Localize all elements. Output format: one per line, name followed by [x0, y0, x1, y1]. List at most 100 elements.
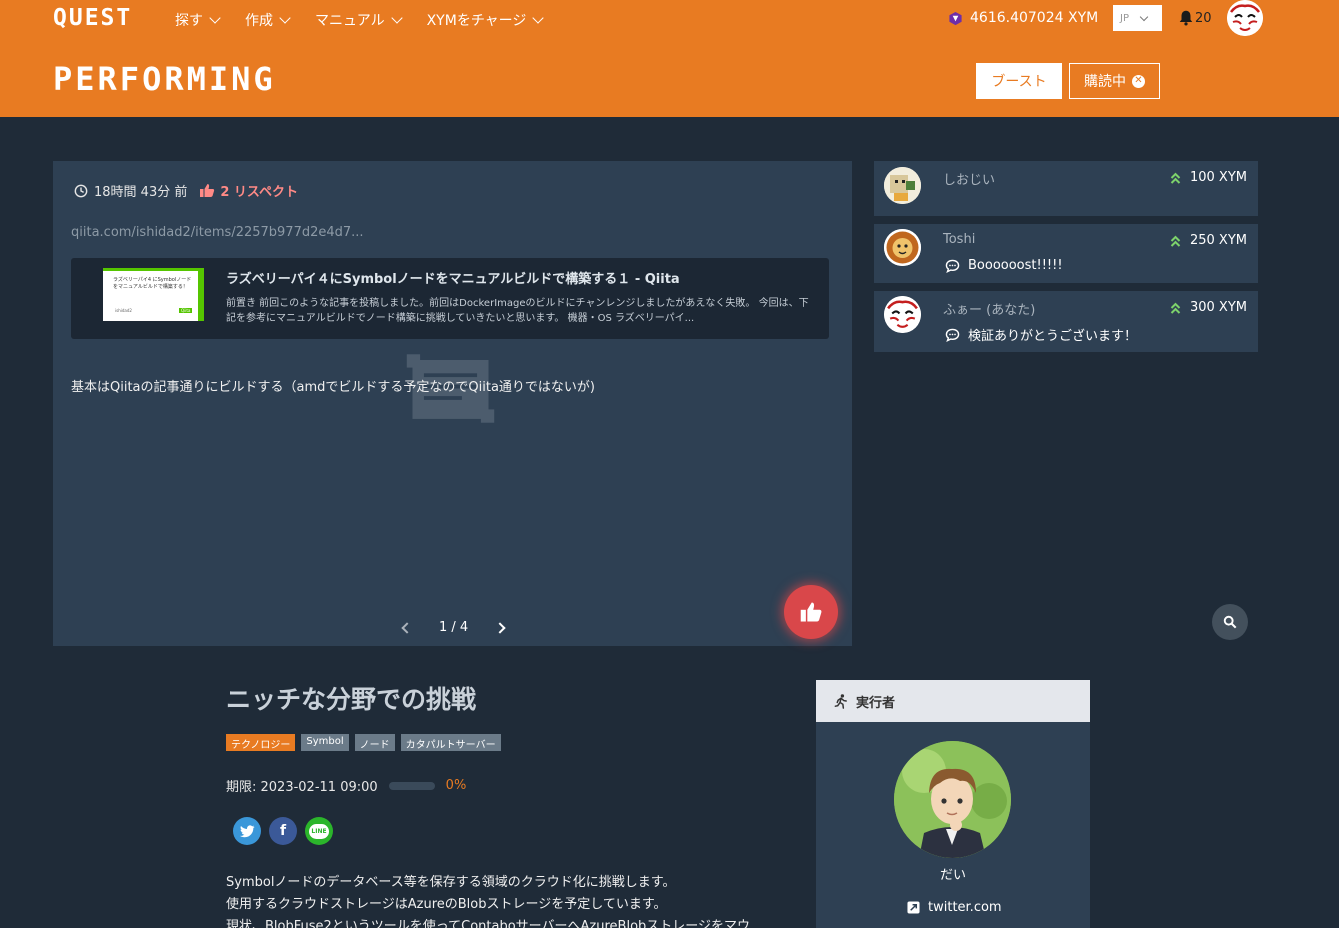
thumbs-up-icon [800, 602, 822, 622]
quest-title: ニッチな分野での挑戦 [226, 685, 477, 714]
chevron-down-icon [279, 12, 291, 24]
executor-heading: 実行者 [856, 695, 896, 711]
preview-description: 前置き 前回このような記事を投稿しました。前回はDockerImageのビルドに… [226, 298, 809, 324]
chevron-right-icon[interactable] [494, 621, 506, 634]
progress-bar [388, 781, 435, 790]
nav-charge-xym[interactable]: XYMをチャージ [427, 10, 545, 30]
quest-logo[interactable]: QUEST [53, 5, 132, 31]
thumbnail-author: ishidad2 [115, 308, 132, 313]
line-share-button[interactable]: LINE [305, 817, 333, 845]
comment-icon [945, 259, 960, 273]
boost-message-text: Boooooost!!!!! [968, 258, 1063, 273]
post-time: 18時間 43分 前 [94, 185, 188, 200]
avatar[interactable] [884, 229, 921, 266]
post-pager: 1 / 4 [401, 620, 506, 635]
boost-item: Toshi 250 XYM Boooooost!!!!! [874, 224, 1258, 283]
executor-name[interactable]: だい [816, 864, 1090, 883]
avatar[interactable] [884, 296, 921, 333]
search-icon [1223, 615, 1237, 629]
kabuki-avatar-icon [884, 296, 921, 333]
thumbnail-title-line: をマニュアルビルドで構築する！ [113, 284, 188, 290]
boost-message-text: 検証ありがとうございます！ [968, 329, 1138, 344]
chevron-down-icon [209, 12, 221, 24]
lion-avatar-icon [884, 229, 921, 266]
respect-label: 2 リスペクト [220, 185, 299, 200]
boost-amount-value: 250 XYM [1189, 233, 1247, 248]
tag[interactable]: Symbol [301, 734, 349, 751]
tag-list: テクノロジー Symbol ノード カタパルトサーバー [226, 734, 501, 751]
double-chevron-up-icon [1170, 235, 1181, 247]
executor-avatar[interactable] [894, 741, 1011, 858]
boost-amount: 300 XYM [1170, 300, 1247, 315]
bell-icon [1179, 10, 1193, 26]
executor-header: 実行者 [816, 680, 1090, 722]
preview-title: ラズベリーパイ４にSymbolノードをマニュアルビルドで構築する１ - Qiit… [226, 272, 680, 287]
running-person-icon [834, 693, 847, 709]
nav-label: 作成 [245, 13, 273, 29]
post-link[interactable]: qiita.com/ishidad2/items/2257b977d2e4d7.… [71, 225, 364, 240]
description-line: Symbolノードのデータベース等を保存する領域のクラウド化に挑戦します。 [226, 875, 676, 890]
boost-amount: 250 XYM [1170, 233, 1247, 248]
post-card: 18時間 43分 前 2 リスペクト qiita.com/ishidad2/it… [53, 161, 852, 646]
header-bar: QUEST 探す 作成 マニュアル XYMをチャージ 4616.407024 X… [0, 0, 1339, 117]
progress-percent: 0% [445, 778, 467, 793]
page-title: PERFORMING [53, 60, 276, 98]
description-line: 現状、BlobFuse2というツールを使ってContaboサーバーへAzureB… [226, 919, 751, 928]
executor-link-text: twitter.com [928, 900, 1002, 915]
nav-label: マニュアル [315, 13, 385, 29]
close-circle-icon: ✕ [1132, 74, 1145, 88]
thumbs-up-icon [200, 184, 215, 197]
chevron-down-icon [1139, 12, 1149, 21]
line-icon: LINE [309, 823, 329, 839]
qiita-badge: Qiita [179, 308, 193, 313]
symbol-xym-icon [949, 11, 962, 25]
nav-manual[interactable]: マニュアル [315, 10, 403, 30]
link-preview-card[interactable]: ラズベリーパイ4 にSymbolノード をマニュアルビルドで構築する！ ishi… [71, 258, 829, 339]
avatar[interactable] [884, 167, 921, 204]
chevron-left-icon[interactable] [401, 621, 413, 634]
notifications-button[interactable]: 20 [1177, 9, 1212, 27]
external-link-icon [907, 901, 920, 914]
post-meta: 18時間 43分 前 2 リスペクト [74, 181, 298, 200]
facebook-share-button[interactable]: f [269, 817, 297, 845]
boost-message: 検証ありがとうございます！ [945, 325, 1137, 344]
twitter-share-button[interactable] [233, 817, 261, 845]
deadline-row: 期限: 2023-02-11 09:00 0% [226, 776, 466, 795]
deadline-text: 期限: 2023-02-11 09:00 [226, 780, 378, 795]
chevron-down-icon [532, 12, 545, 24]
page-indicator: 1 / 4 [439, 620, 469, 635]
user-avatar[interactable] [1227, 0, 1263, 36]
booster-name[interactable]: ふぁー (あなた) [943, 299, 1035, 318]
pixel-avatar-icon [884, 167, 921, 204]
boost-amount-value: 300 XYM [1189, 300, 1247, 315]
boost-message: Boooooost!!!!! [945, 258, 1063, 273]
twitter-icon [239, 824, 255, 837]
quest-description: Symbolノードのデータベース等を保存する領域のクラウド化に挑戦します。 使用… [226, 872, 798, 928]
nav-explore[interactable]: 探す [175, 10, 221, 30]
tag[interactable]: テクノロジー [226, 734, 296, 751]
language-select[interactable]: JP [1113, 5, 1162, 31]
booster-name[interactable]: Toshi [943, 232, 975, 247]
tag[interactable]: カタパルトサーバー [400, 734, 501, 751]
booster-name[interactable]: しおじい [943, 169, 995, 188]
thumbnail-title-line: ラズベリーパイ4 にSymbolノード [113, 277, 192, 283]
respect-count[interactable]: 2 リスペクト [199, 181, 298, 200]
like-button[interactable] [784, 585, 838, 639]
boost-list: しおじい 100 XYM Toshi 250 XYM Boooooost!!!!… [874, 161, 1258, 360]
comment-icon [945, 328, 960, 342]
balance-value: 4616.407024 XYM [970, 10, 1099, 26]
kabuki-avatar-icon [1227, 0, 1263, 36]
language-value: JP [1120, 12, 1129, 24]
tag[interactable]: ノード [354, 734, 395, 751]
boost-amount-value: 100 XYM [1189, 170, 1247, 185]
boost-button[interactable]: ブースト [976, 63, 1062, 99]
boost-item: ふぁー (あなた) 300 XYM 検証ありがとうございます！ [874, 291, 1258, 352]
search-button[interactable] [1212, 604, 1248, 640]
executor-twitter-link[interactable]: twitter.com [907, 900, 1002, 915]
xym-balance: 4616.407024 XYM [948, 10, 1098, 26]
executor-panel: 実行者 だい twitter.com [816, 680, 1090, 928]
subscribing-button[interactable]: 購読中 ✕ [1069, 63, 1160, 99]
share-buttons: f LINE [233, 817, 333, 845]
nav-create[interactable]: 作成 [245, 10, 291, 30]
executor-portrait-icon [894, 741, 1011, 858]
